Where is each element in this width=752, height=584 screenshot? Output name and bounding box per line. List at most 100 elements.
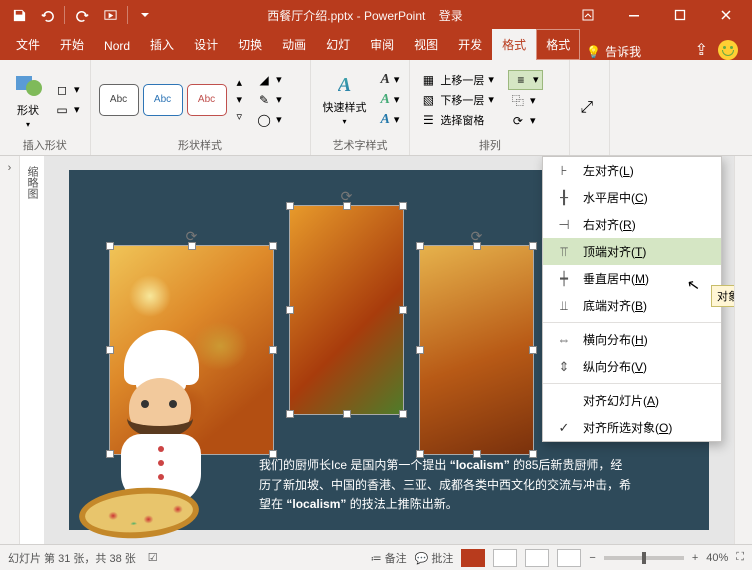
edit-shape-button[interactable]: ◻▾ [52,81,82,99]
send-backward-button[interactable]: ▧下移一层 ▾ [418,91,496,109]
sorter-view-icon[interactable] [493,549,517,567]
align-icon: ≡ [513,72,529,88]
tab-view[interactable]: 视图 [404,29,448,60]
zoom-in-button[interactable]: + [692,552,698,564]
food-image-2[interactable]: ⟳ [289,205,404,415]
group-arrange: ▦上移一层 ▾ ▧下移一层 ▾ ☰选择窗格 ≡▾ ⿻▾ ⟳▾ 排列 [410,60,570,155]
gallery-up-icon[interactable]: ▴ [235,75,245,90]
text-outline-icon: A [381,92,390,108]
group-size: ⤢ [570,60,610,155]
text-effects-button[interactable]: A▾ [379,111,402,129]
align-button[interactable]: ≡▾ [508,70,544,90]
distribute-h-item[interactable]: ⇔横向分布(H) [543,326,721,353]
food-image-3[interactable]: ⟳ [419,245,534,455]
align-middle-icon: ┿ [555,271,573,287]
text-outline-button[interactable]: A▾ [379,91,402,109]
zoom-value[interactable]: 40% [706,552,728,564]
align-bottom-item[interactable]: ⫫底端对齐(B) [543,292,721,319]
fit-to-window-icon[interactable]: ⛶ [736,551,744,564]
selection-pane-icon: ☰ [420,112,436,128]
align-center-item[interactable]: ╂水平居中(C) [543,184,721,211]
style-preset-2[interactable]: Abc [143,84,183,116]
tell-me[interactable]: 💡告诉我 [586,43,641,60]
slide-counter[interactable]: 幻灯片 第 31 张，共 38 张 [8,550,136,566]
align-right-item[interactable]: ⊣右对齐(R) [543,211,721,238]
zoom-out-button[interactable]: − [589,552,595,564]
save-icon[interactable] [6,2,32,28]
distribute-v-item[interactable]: ⇕纵向分布(V) [543,353,721,380]
close-icon[interactable] [704,0,748,30]
group-label: 排列 [418,135,561,153]
style-preset-3[interactable]: Abc [187,84,227,116]
align-selected-item[interactable]: ✓对齐所选对象(O) [543,414,721,441]
tab-format-shape[interactable]: 格式 [536,29,580,60]
text-box-button[interactable]: ▭▾ [52,101,82,119]
group-icon: ⿻ [510,93,526,109]
gallery-down-icon[interactable]: ▾ [235,92,245,107]
tab-nord[interactable]: Nord [94,32,140,60]
slide-canvas-area: ⟳ ⟳ ⟳ ⟳ 我们的厨师长I [44,156,734,544]
align-left-item[interactable]: ⊦左对齐(L) [543,157,721,184]
tab-developer[interactable]: 开发 [448,29,492,60]
ribbon-options-icon[interactable] [566,0,610,30]
undo-icon[interactable] [34,2,60,28]
align-center-icon: ╂ [555,190,573,206]
login-link[interactable]: 登录 [439,9,463,23]
thumbnail-collapse[interactable]: › [0,156,20,544]
tab-home[interactable]: 开始 [50,29,94,60]
shape-effects-button[interactable]: ◯▾ [254,111,284,129]
share-icon[interactable]: ⇪ [695,40,708,60]
distribute-h-icon: ⇔ [555,332,573,347]
rotate-button[interactable]: ⟳▾ [508,112,544,130]
align-right-icon: ⊣ [555,217,573,233]
edit-shape-icon: ◻ [54,82,70,98]
shapes-button[interactable]: 形状 ▾ [8,68,48,131]
quick-access-toolbar [0,0,164,30]
tab-transitions[interactable]: 切换 [228,29,272,60]
text-fill-button[interactable]: A▾ [379,71,402,89]
size-expand-icon[interactable]: ⤢ [578,98,595,118]
tab-format-picture[interactable]: 格式 [492,29,536,60]
tab-insert[interactable]: 插入 [140,29,184,60]
notes-button[interactable]: ≔ 备注 [371,550,407,566]
align-top-item[interactable]: ⫪顶端对齐(T) [543,238,721,265]
style-preset-1[interactable]: Abc [99,84,139,116]
group-button[interactable]: ⿻▾ [508,92,544,110]
slideshow-view-icon[interactable] [557,549,581,567]
comments-button[interactable]: 💬 批注 [415,550,454,566]
tab-slideshow[interactable]: 幻灯 [316,29,360,60]
shape-outline-button[interactable]: ✎▾ [254,91,284,109]
zoom-thumb[interactable] [642,552,646,564]
feedback-smiley-icon[interactable] [718,40,738,60]
start-from-beginning-icon[interactable] [97,2,123,28]
outline-icon: ✎ [256,92,272,108]
slide-body-text[interactable]: 我们的厨师长Ice 是国内第一个提出 “localism” 的85后新贵厨师，经… [259,456,685,514]
chef-cartoon[interactable] [79,330,239,544]
quick-styles-button[interactable]: A 快速样式 ▾ [319,72,371,128]
shape-fill-button[interactable]: ◢▾ [254,71,284,89]
bring-forward-button[interactable]: ▦上移一层 ▾ [418,71,496,89]
normal-view-icon[interactable] [461,549,485,567]
selection-pane-button[interactable]: ☰选择窗格 [418,111,496,129]
spellcheck-icon[interactable]: ☑ [148,551,158,564]
chevron-down-icon: ▾ [343,117,347,126]
tab-design[interactable]: 设计 [184,29,228,60]
reading-view-icon[interactable] [525,549,549,567]
tab-file[interactable]: 文件 [6,29,50,60]
maximize-icon[interactable] [658,0,702,30]
redo-icon[interactable] [69,2,95,28]
distribute-v-icon: ⇕ [555,359,573,375]
zoom-slider[interactable] [604,556,684,560]
vertical-scrollbar[interactable] [734,156,752,544]
tab-review[interactable]: 审阅 [360,29,404,60]
fill-icon: ◢ [256,72,272,88]
tab-animations[interactable]: 动画 [272,29,316,60]
align-to-slide-item[interactable]: 对齐幻灯片(A) [543,387,721,414]
ribbon-tabs: 文件 开始 Nord 插入 设计 切换 动画 幻灯 审阅 视图 开发 格式 格式… [0,30,752,60]
textbox-icon: ▭ [54,102,70,118]
rotate-icon: ⟳ [510,113,526,129]
chevron-down-icon: ▾ [26,120,30,129]
minimize-icon[interactable] [612,0,656,30]
gallery-more-icon[interactable]: ▿ [235,109,245,124]
qat-customize-icon[interactable] [132,2,158,28]
